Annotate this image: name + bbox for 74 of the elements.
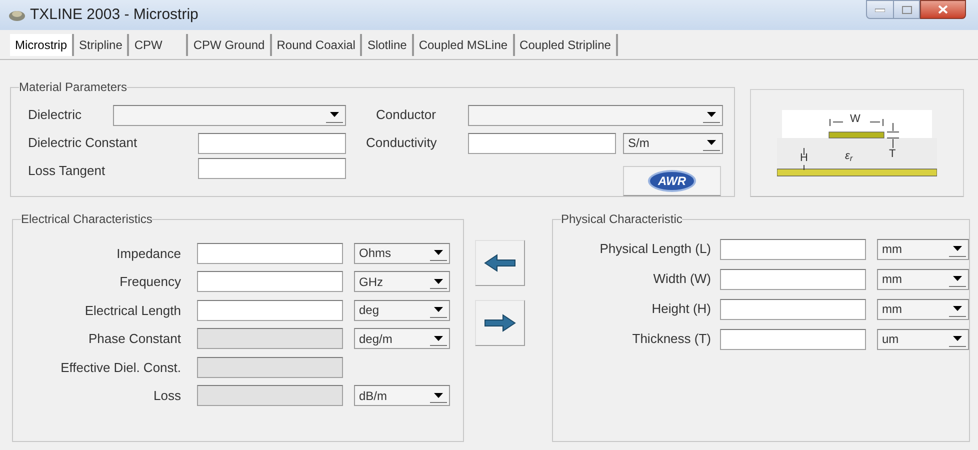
caret-icon <box>434 336 443 341</box>
input-field[interactable] <box>198 158 346 179</box>
input-field[interactable] <box>197 242 343 264</box>
tab[interactable]: Coupled Stripline <box>514 34 618 56</box>
input-field[interactable] <box>720 268 866 290</box>
field-label: Width (W) <box>652 270 711 288</box>
caret-icon <box>434 250 443 256</box>
caret-icon <box>953 306 962 311</box>
caret-icon <box>953 336 962 341</box>
field-label: Frequency <box>118 273 181 291</box>
tab[interactable]: Microstrip <box>10 34 74 56</box>
field-label: Dielectric Constant <box>28 134 138 152</box>
window-title: TXLINE 2003 - Microstrip <box>30 4 198 25</box>
tab[interactable]: Stripline <box>74 34 130 56</box>
input-field[interactable] <box>720 238 866 260</box>
permittivity-label: ε$_{r}$ <box>845 151 853 162</box>
input-field[interactable] <box>720 328 866 350</box>
caret-icon <box>434 278 443 284</box>
right-arrow-icon <box>483 313 517 333</box>
height-label: H <box>800 153 808 164</box>
dropdown[interactable]: Ohms <box>354 242 450 264</box>
tab[interactable]: Round Coaxial <box>272 34 362 56</box>
caret-icon <box>330 112 339 117</box>
input-field[interactable] <box>720 298 866 320</box>
dropdown[interactable] <box>468 104 723 126</box>
dropdown[interactable]: mm <box>877 298 969 320</box>
dropdown[interactable]: um <box>877 328 969 350</box>
maximize-icon <box>902 6 912 14</box>
dropdown[interactable]: mm <box>877 268 969 290</box>
dropdown[interactable]: S/m <box>623 132 723 154</box>
thickness-label: T <box>889 149 896 160</box>
field-label: Dielectric <box>28 106 82 124</box>
dropdown[interactable]: deg <box>354 300 450 321</box>
calculate-physical-button[interactable] <box>475 300 525 346</box>
app-icon <box>8 8 26 22</box>
field-label: Loss <box>152 387 181 405</box>
input-field[interactable] <box>468 132 616 154</box>
caret-icon <box>953 246 962 251</box>
caret-icon <box>434 392 443 398</box>
field-label: Electrical Length <box>84 302 181 320</box>
caret-icon <box>953 276 962 281</box>
field-label: Loss Tangent <box>28 162 106 180</box>
group-title: Physical Characteristic <box>561 211 682 227</box>
left-arrow-icon <box>483 253 517 273</box>
field-label: Height (H) <box>650 300 711 318</box>
field-label: Physical Length (L) <box>598 240 711 258</box>
field-label: Phase Constant <box>87 330 181 348</box>
logo: AWR <box>648 170 696 192</box>
caret-icon <box>707 140 716 145</box>
input-field[interactable] <box>198 132 346 154</box>
caret-icon <box>434 307 443 312</box>
dropdown[interactable]: GHz <box>354 271 450 292</box>
dropdown[interactable] <box>113 104 346 126</box>
field-label: Impedance <box>116 244 181 263</box>
minimize-icon <box>875 8 885 12</box>
tab[interactable]: CPW <box>129 34 188 56</box>
close-button[interactable] <box>920 0 966 19</box>
minimize-button[interactable] <box>866 0 894 19</box>
width-label: W <box>850 114 860 125</box>
maximize-button[interactable] <box>894 0 920 19</box>
field-label: Conductivity <box>366 134 438 152</box>
field-label: Effective Diel. Const. <box>60 358 181 376</box>
tab[interactable]: CPW Ground <box>188 34 272 56</box>
caret-icon <box>707 112 716 117</box>
dropdown[interactable]: mm <box>877 238 969 260</box>
tab[interactable]: Slotline <box>362 34 414 56</box>
logo-button[interactable]: AWR <box>623 166 721 196</box>
field-label: Thickness (T) <box>631 330 711 348</box>
input-field[interactable] <box>197 271 343 292</box>
field-label: Conductor <box>376 106 437 124</box>
tab[interactable]: Coupled MSLine <box>414 34 515 56</box>
input-field[interactable] <box>197 300 343 321</box>
close-icon <box>938 5 948 14</box>
calculate-electrical-button[interactable] <box>475 240 525 286</box>
